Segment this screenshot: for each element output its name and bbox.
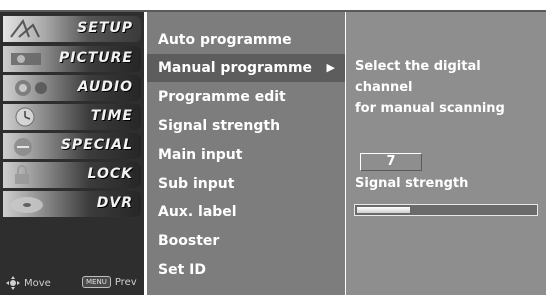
top-border	[0, 0, 546, 12]
category-label: LOCK	[87, 166, 133, 182]
description-line: channel	[355, 80, 413, 95]
move-hint: Move	[6, 276, 51, 290]
category-dvr[interactable]: DVR	[3, 191, 141, 217]
description-line: Select the digital	[355, 59, 481, 74]
lock-thumbnail-icon	[15, 165, 29, 184]
category-label: SETUP	[77, 20, 133, 36]
menu-item-auto-programme[interactable]: Auto programme	[147, 26, 345, 54]
category-setup[interactable]: SETUP	[3, 16, 141, 42]
menu-item-label: Manual programme	[158, 60, 313, 76]
channel-number-value: 7	[386, 154, 396, 169]
move-hint-label: Move	[24, 277, 51, 289]
menu-item-manual-programme[interactable]: Manual programme ▶	[147, 54, 345, 82]
submenu-arrow-icon: ▶	[326, 61, 335, 74]
menu-item-set-id[interactable]: Set ID	[147, 256, 345, 284]
setup-menu: Auto programme Manual programme ▶ Progra…	[147, 12, 345, 295]
menu-item-booster[interactable]: Booster	[147, 227, 345, 255]
menu-item-label: Aux. label	[158, 204, 237, 220]
tv-osd-setup-screen: SETUP PICTURE AUDIO TIME SPECIAL LOCK DV…	[0, 0, 546, 295]
category-label: TIME	[90, 108, 133, 124]
category-label: SPECIAL	[60, 137, 133, 153]
prev-hint-label: Prev	[114, 276, 137, 288]
special-thumbnail-icon	[14, 138, 32, 156]
signal-strength-label: Signal strength	[355, 176, 469, 191]
category-lock[interactable]: LOCK	[3, 162, 141, 188]
dvr-disc-thumbnail-icon	[11, 197, 43, 213]
category-label: PICTURE	[58, 50, 133, 66]
menu-item-programme-edit[interactable]: Programme edit	[147, 83, 345, 111]
menu-item-label: Signal strength	[158, 118, 281, 134]
panel-description: Select the digital channel for manual sc…	[355, 56, 541, 119]
dpad-move-icon	[6, 276, 20, 290]
menu-item-label: Main input	[158, 147, 243, 163]
category-special[interactable]: SPECIAL	[3, 133, 141, 159]
menu-item-label: Booster	[158, 233, 220, 249]
menu-item-label: Programme edit	[158, 89, 286, 105]
picture-thumbnail-icon	[11, 53, 41, 65]
detail-panel: Select the digital channel for manual sc…	[346, 12, 546, 295]
channel-number-field[interactable]: 7	[360, 153, 422, 171]
menu-item-aux-label[interactable]: Aux. label	[147, 198, 345, 226]
audio-thumbnail-icon	[15, 80, 47, 96]
signal-strength-fill	[357, 207, 410, 213]
category-picture[interactable]: PICTURE	[3, 46, 141, 72]
menu-item-label: Set ID	[158, 262, 206, 278]
prev-hint: MENU Prev	[82, 276, 137, 288]
clock-thumbnail-icon	[15, 107, 35, 127]
menu-item-label: Auto programme	[158, 32, 292, 48]
category-audio[interactable]: AUDIO	[3, 75, 141, 101]
setup-thumbnail-icon	[10, 19, 40, 38]
category-sidebar: SETUP PICTURE AUDIO TIME SPECIAL LOCK DV…	[0, 12, 144, 295]
menu-key-icon: MENU	[82, 276, 111, 288]
category-label: DVR	[96, 195, 133, 211]
description-line: for manual scanning	[355, 101, 505, 116]
signal-strength-bar	[354, 204, 538, 216]
menu-item-signal-strength[interactable]: Signal strength	[147, 112, 345, 140]
menu-item-main-input[interactable]: Main input	[147, 141, 345, 169]
menu-item-label: Sub input	[158, 176, 235, 192]
menu-item-sub-input[interactable]: Sub input	[147, 170, 345, 198]
category-time[interactable]: TIME	[3, 104, 141, 130]
category-label: AUDIO	[77, 79, 133, 95]
